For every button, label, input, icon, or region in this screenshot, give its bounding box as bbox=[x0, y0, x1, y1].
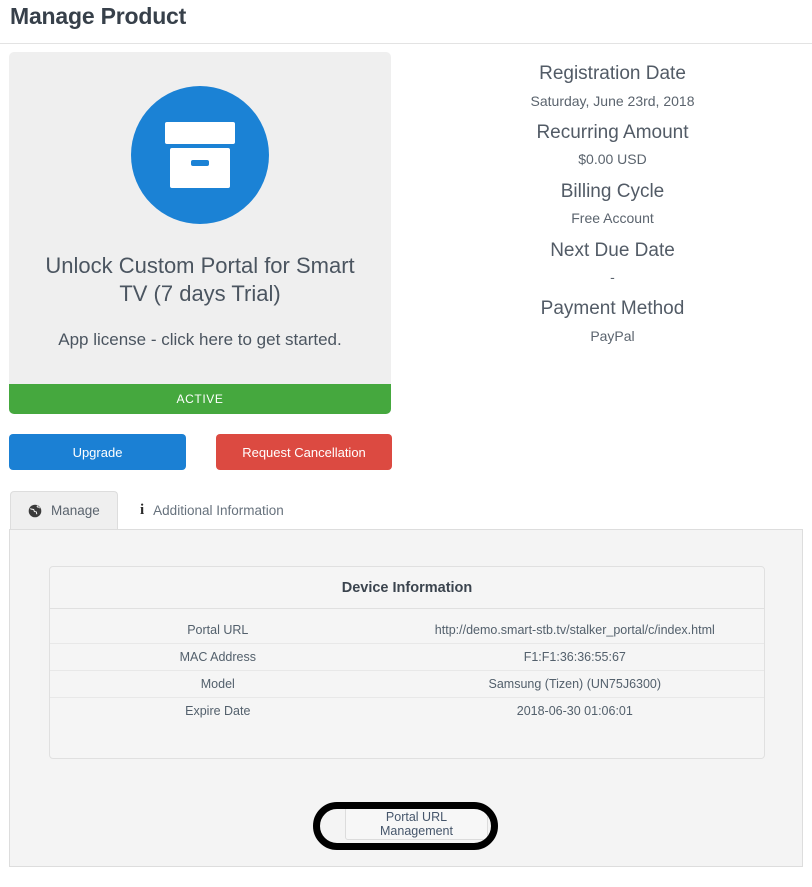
tab-manage-label: Manage bbox=[51, 503, 100, 518]
status-badge: ACTIVE bbox=[9, 384, 391, 414]
tab-manage[interactable]: Manage bbox=[10, 491, 118, 530]
row-label-mac-address: MAC Address bbox=[179, 650, 256, 664]
device-information-heading: Device Information bbox=[50, 567, 764, 609]
table-row: Model Samsung (Tizen) (UN75J6300) bbox=[50, 671, 764, 698]
device-information-table: Portal URL http://demo.smart-stb.tv/stal… bbox=[50, 617, 764, 724]
request-cancellation-button[interactable]: Request Cancellation bbox=[216, 434, 392, 470]
product-icon-container bbox=[9, 52, 391, 257]
table-row: Expire Date 2018-06-30 01:06:01 bbox=[50, 698, 764, 725]
product-title: Unlock Custom Portal for Smart TV (7 day… bbox=[45, 253, 355, 306]
summary-value-billing-cycle: Free Account bbox=[571, 210, 654, 227]
row-value-expire-date: 2018-06-30 01:06:01 bbox=[516, 704, 633, 718]
portal-url-management-button[interactable]: Portal URL Management bbox=[345, 807, 488, 840]
device-information-panel: Device Information Portal URL http://dem… bbox=[49, 566, 765, 759]
row-value-model: Samsung (Tizen) (UN75J6300) bbox=[488, 677, 662, 691]
summary-label-registration-date: Registration Date bbox=[539, 63, 686, 84]
tab-additional-information-label: Additional Information bbox=[153, 503, 284, 518]
row-value-mac-address: F1:F1:36:36:55:67 bbox=[523, 650, 626, 664]
summary-label-recurring-amount: Recurring Amount bbox=[536, 121, 689, 143]
info-icon: i bbox=[140, 502, 145, 518]
summary-value-registration-date: Saturday, June 23rd, 2018 bbox=[530, 92, 695, 109]
product-subtitle: App license - click here to get started. bbox=[58, 330, 342, 349]
row-label-expire-date: Expire Date bbox=[185, 704, 251, 718]
archive-box-icon bbox=[131, 85, 269, 224]
manage-tab-panel: Device Information Portal URL http://dem… bbox=[9, 529, 803, 867]
summary-value-recurring-amount: $0.00 USD bbox=[578, 151, 647, 168]
table-row: MAC Address F1:F1:36:36:55:67 bbox=[50, 644, 764, 671]
upgrade-button[interactable]: Upgrade bbox=[9, 434, 186, 470]
globe-icon bbox=[28, 504, 42, 518]
summary-value-next-due-date: - bbox=[610, 269, 615, 286]
row-label-model: Model bbox=[200, 677, 235, 691]
summary-label-payment-method: Payment Method bbox=[540, 298, 685, 320]
manage-product-page: Manage Product Unlock Custom Portal for … bbox=[0, 0, 812, 887]
page-title: Manage Product bbox=[10, 3, 187, 29]
summary-label-billing-cycle: Billing Cycle bbox=[560, 180, 665, 202]
summary-value-payment-method: PayPal bbox=[590, 327, 635, 344]
tab-bar: Manage i Additional Information bbox=[9, 491, 803, 530]
product-card[interactable]: Unlock Custom Portal for Smart TV (7 day… bbox=[9, 52, 391, 414]
row-value-portal-url: http://demo.smart-stb.tv/stalker_portal/… bbox=[434, 623, 715, 637]
tab-additional-information[interactable]: i Additional Information bbox=[122, 491, 302, 530]
row-label-portal-url: Portal URL bbox=[187, 623, 249, 637]
billing-summary: Registration Date Saturday, June 23rd, 2… bbox=[420, 60, 805, 354]
title-divider bbox=[0, 43, 812, 44]
summary-label-next-due-date: Next Due Date bbox=[550, 239, 675, 261]
table-row: Portal URL http://demo.smart-stb.tv/stal… bbox=[50, 617, 764, 644]
